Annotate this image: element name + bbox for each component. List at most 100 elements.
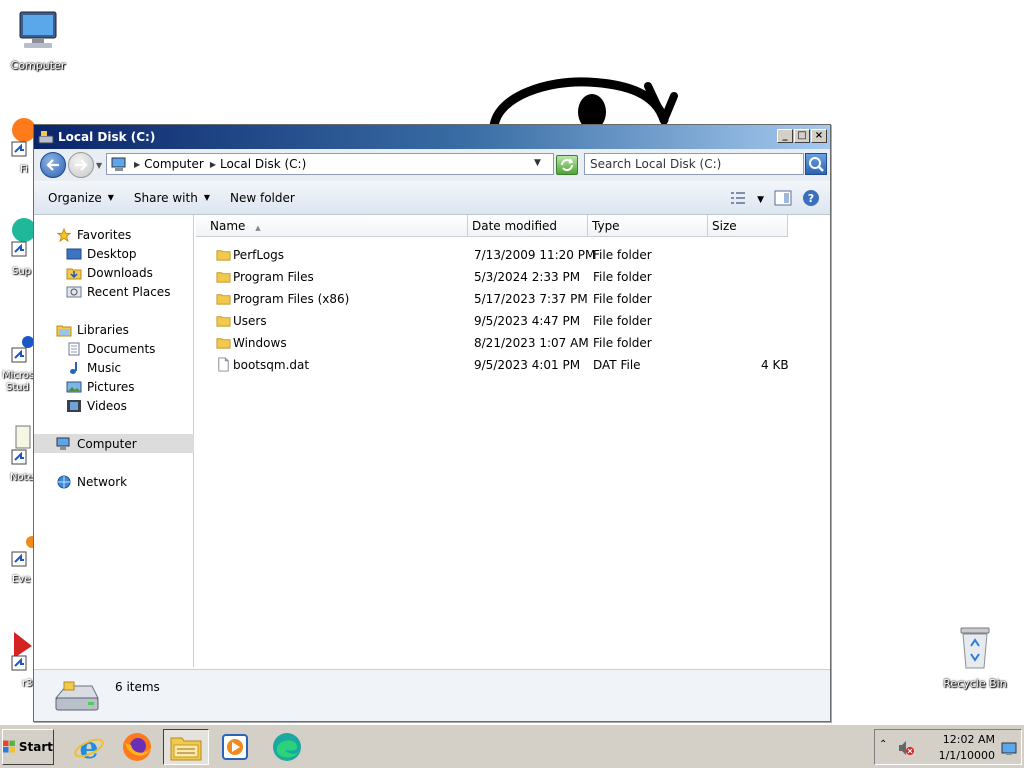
explorer-icon [170,737,202,761]
nav-item-desktop[interactable]: Desktop [34,244,194,263]
column-header-label: Date modified [472,219,558,233]
organize-menu[interactable]: Organize ▼ [48,191,114,205]
desktop-side-label: Sup [12,266,32,277]
internet-explorer-icon: e [74,731,104,763]
desktop-icon-computer[interactable]: Computer [3,8,73,72]
nav-item-videos[interactable]: Videos [34,396,194,415]
file-icon [218,357,229,372]
file-row[interactable]: Windows 8/21/2023 1:07 AM File folder [196,332,830,354]
window-title: Local Disk (C:) [58,130,156,144]
file-name: Windows [233,336,287,350]
file-date: 9/5/2023 4:47 PM [474,314,581,328]
help-icon: ? [803,190,819,206]
explorer-window: Local Disk (C:) _ □ × ▼ ▶ Computer ▶ Loc… [33,124,831,722]
close-button[interactable]: × [811,129,827,143]
desktop-icon-recycle-bin[interactable]: Recycle Bin [940,624,1010,690]
forward-button[interactable] [68,152,94,178]
music-note-icon [70,361,77,374]
file-date: 5/3/2024 2:33 PM [474,270,581,284]
nav-item-label: Pictures [87,379,135,394]
taskbar-edge[interactable] [264,729,310,765]
desktop-side-label: Note [10,472,34,483]
nav-item-network[interactable]: Network [34,472,194,491]
show-desktop-icon[interactable] [1001,742,1017,756]
view-dropdown-arrow[interactable]: ▼ [757,195,764,205]
search-icon [809,157,824,172]
nav-item-music[interactable]: Music [34,358,194,377]
organize-label: Organize [48,190,102,205]
nav-item-downloads[interactable]: Downloads [34,263,194,282]
desktop-icon-label: Recycle Bin [943,677,1007,690]
help-button[interactable]: ? [802,189,820,210]
address-bar-area: ▼ ▶ Computer ▶ Local Disk (C:) ▼ Search … [34,149,830,181]
file-name: Program Files [233,270,314,284]
search-button[interactable] [805,153,827,175]
address-input[interactable]: ▶ Computer ▶ Local Disk (C:) [106,153,554,175]
maximize-button[interactable]: □ [794,129,810,143]
nav-item-libraries[interactable]: Libraries [34,320,194,339]
breadcrumb-separator[interactable]: ▶ [210,160,216,169]
nav-item-label: Favorites [77,227,132,242]
nav-item-pictures[interactable]: Pictures [34,377,194,396]
file-row[interactable]: bootsqm.dat 9/5/2023 4:01 PM DAT File 4 … [196,354,830,376]
new-folder-button[interactable]: New folder [230,191,295,205]
recent-places-icon [66,286,82,297]
show-hidden-icons-button[interactable]: ⌃ [879,739,887,750]
file-row[interactable]: PerfLogs 7/13/2009 11:20 PM File folder [196,244,830,266]
pictures-icon [66,381,82,392]
file-name: bootsqm.dat [233,358,310,372]
file-list: Name ▲ Date modified Type Size PerfLogs … [196,215,830,667]
folder-icon [216,294,231,305]
chevron-down-icon: ▼ [203,193,210,202]
nav-item-label: Recent Places [87,284,171,299]
breadcrumb-computer[interactable]: Computer [144,157,204,171]
minimize-button[interactable]: _ [777,129,793,143]
file-type: File folder [593,336,652,350]
window-titlebar[interactable]: Local Disk (C:) _ □ × [34,125,830,149]
taskbar-internet-explorer[interactable]: e [66,729,112,765]
taskbar-firefox[interactable] [114,729,160,765]
libraries-icon [56,325,72,336]
nav-item-favorites[interactable]: Favorites [34,225,194,244]
file-date: 7/13/2009 11:20 PM [474,248,596,262]
taskbar-file-explorer[interactable] [163,729,209,765]
hard-drive-icon [54,681,99,711]
back-button[interactable] [40,152,66,178]
start-button[interactable]: Start [2,729,54,765]
clock-date[interactable]: 1/1/10000 [939,749,995,762]
nav-item-recent-places[interactable]: Recent Places [34,282,194,301]
view-options-button[interactable] [729,191,747,208]
file-row[interactable]: Program Files (x86) 5/17/2023 7:37 PM Fi… [196,288,830,310]
computer-small-icon [56,437,70,450]
breadcrumb-separator[interactable]: ▶ [134,160,140,169]
nav-item-documents[interactable]: Documents [34,339,194,358]
file-name: PerfLogs [233,248,285,262]
address-dropdown-arrow[interactable]: ▼ [534,158,541,168]
column-header-size[interactable]: Size [708,215,788,237]
column-header-date[interactable]: Date modified [468,215,588,237]
column-header-type[interactable]: Type [588,215,708,237]
arrow-left-icon [46,159,59,171]
file-row[interactable]: Users 9/5/2023 4:47 PM File folder [196,310,830,332]
breadcrumb-local-disk[interactable]: Local Disk (C:) [220,157,306,171]
file-date: 5/17/2023 7:37 PM [474,292,588,306]
clock-time[interactable]: 12:02 AM [943,733,995,746]
preview-pane-button[interactable] [774,190,792,209]
search-input[interactable]: Search Local Disk (C:) [584,153,804,175]
refresh-button[interactable] [556,155,578,175]
column-header-label: Size [712,219,737,233]
computer-icon [19,11,57,48]
file-row[interactable]: Program Files 5/3/2024 2:33 PM File fold… [196,266,830,288]
recent-pages-dropdown[interactable]: ▼ [96,161,106,170]
nav-item-computer[interactable]: Computer [34,434,194,453]
folder-icon [216,272,231,283]
nav-item-label: Documents [87,341,156,356]
taskbar-media-player[interactable] [212,729,258,765]
column-header-name[interactable]: Name ▲ [196,215,468,237]
edge-icon [273,733,301,761]
share-with-menu[interactable]: Share with ▼ [134,191,210,205]
desktop-side-label: Stud [6,382,29,393]
desktop-side-label: r3 [22,678,33,689]
file-type: File folder [593,314,652,328]
volume-muted-icon[interactable] [897,739,915,757]
